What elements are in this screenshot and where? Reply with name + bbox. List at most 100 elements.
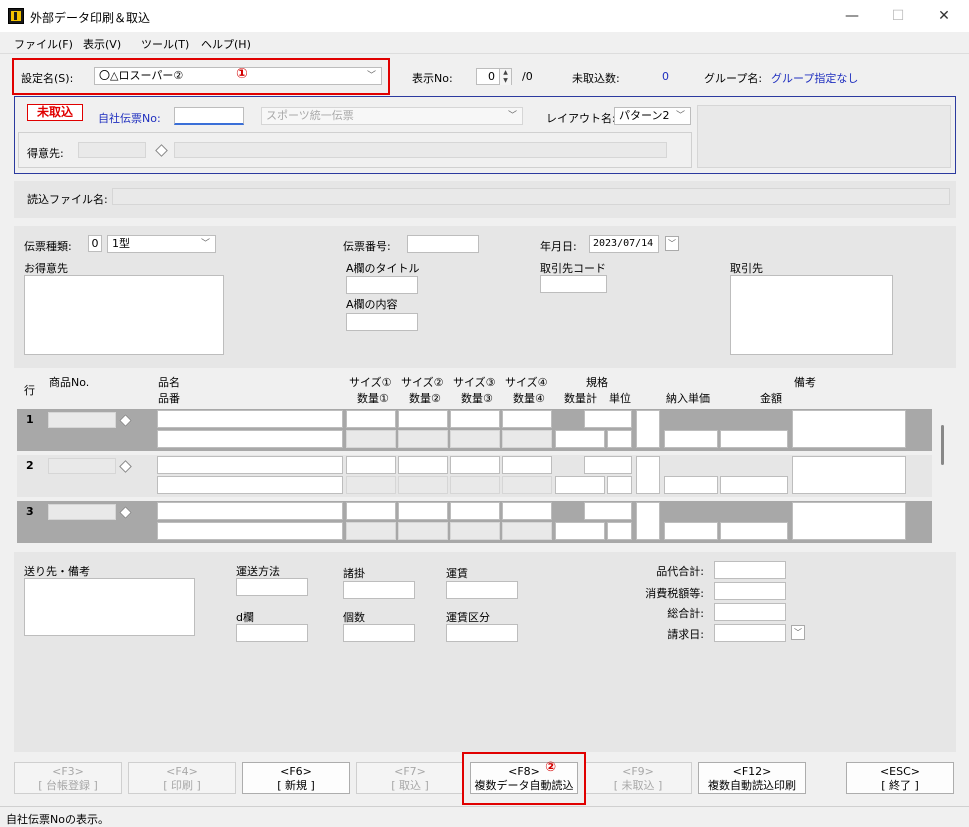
display-no-stepper[interactable]: 0 ▲ ▼ [476, 68, 512, 85]
date-label: 年月日: [540, 240, 577, 253]
fkey-button-f7[interactable]: <F7>[ 取込 ] [356, 762, 464, 794]
flag-field[interactable] [636, 456, 660, 494]
transport-input[interactable] [236, 578, 308, 596]
name-input[interactable] [157, 502, 343, 520]
size-input-2[interactable] [398, 502, 448, 520]
fkey-caption: [ 印刷 ] [163, 779, 201, 792]
size-input-3[interactable] [450, 410, 500, 428]
qty-input-4 [502, 430, 552, 448]
fare-input[interactable] [446, 581, 518, 599]
own-slip-input[interactable] [174, 107, 244, 125]
fkey-label: <F4> [166, 765, 198, 778]
spec-input[interactable] [584, 456, 632, 474]
fkey-button-f9[interactable]: <F9>[ 未取込 ] [584, 762, 692, 794]
fkey-button-esc[interactable]: <ESC>[ 終了 ] [846, 762, 954, 794]
total-field [714, 603, 786, 621]
chevron-down-icon: ﹀ [201, 239, 211, 249]
bill-customer-field[interactable] [24, 275, 224, 355]
settings-value: 〇△ロスーパー② [99, 69, 184, 82]
qty-input-4 [502, 476, 552, 494]
product-no-field [48, 504, 116, 520]
flag-field[interactable] [636, 410, 660, 448]
unit-input[interactable] [607, 476, 632, 494]
a-content-input[interactable] [346, 313, 418, 331]
date-input[interactable]: 2023/07/14 [589, 235, 659, 253]
fkey-button-f4[interactable]: <F4>[ 印刷 ] [128, 762, 236, 794]
note-input[interactable] [792, 410, 906, 448]
unit-input[interactable] [607, 522, 632, 540]
menu-tools[interactable]: ツール(T) [141, 36, 189, 52]
unit-input[interactable] [607, 430, 632, 448]
scroll-thumb[interactable] [941, 425, 944, 465]
size-input-4[interactable] [502, 410, 552, 428]
code-input[interactable] [157, 476, 343, 494]
untaken-value: 0 [662, 70, 669, 83]
code-input[interactable] [157, 430, 343, 448]
slip-kind-code[interactable]: 0 [88, 235, 102, 252]
grid-scrollbar[interactable] [936, 405, 950, 545]
spec-input[interactable] [584, 502, 632, 520]
unit-price-input[interactable] [664, 522, 718, 540]
minimize-button[interactable]: — [829, 4, 875, 28]
spec-input[interactable] [584, 410, 632, 428]
dest-field[interactable] [24, 578, 195, 636]
chevron-down-icon: ﹀ [367, 71, 377, 81]
layout-select[interactable]: パターン2 ﹀ [614, 107, 691, 125]
size-input-4[interactable] [502, 502, 552, 520]
col-qty-total: 数量計 [564, 392, 597, 405]
size-input-3[interactable] [450, 502, 500, 520]
spin-arrows-icon[interactable]: ▲ ▼ [499, 69, 511, 85]
fare-kind-input[interactable] [446, 624, 518, 642]
a-content-label: A欄の内容 [346, 298, 398, 311]
total-label: 総合計: [667, 607, 704, 620]
size-input-2[interactable] [398, 410, 448, 428]
menu-file[interactable]: ファイル(F) [14, 36, 73, 52]
col-size-3: サイズ③ [453, 376, 496, 389]
slip-no-input[interactable] [407, 235, 479, 253]
menu-bar: ファイル(F) 表示(V) ツール(T) ヘルプ(H) [0, 32, 969, 54]
menu-help[interactable]: ヘルプ(H) [201, 36, 251, 52]
misc-label: 諸掛 [343, 567, 365, 580]
layout-value: パターン2 [619, 109, 670, 122]
date-picker-chevron-icon[interactable]: ﹀ [665, 236, 679, 251]
slip-type-value: スポーツ統一伝票 [266, 109, 354, 122]
col-size-1: サイズ① [349, 376, 392, 389]
unit-price-input[interactable] [664, 430, 718, 448]
size-input-1[interactable] [346, 456, 396, 474]
name-input[interactable] [157, 456, 343, 474]
partner-field[interactable] [730, 275, 893, 355]
bill-date-chevron-icon[interactable]: ﹀ [791, 625, 805, 640]
a-title-input[interactable] [346, 276, 418, 294]
unit-price-input[interactable] [664, 476, 718, 494]
size-input-4[interactable] [502, 456, 552, 474]
maximize-button[interactable]: ☐ [875, 4, 921, 28]
slip-kind-select[interactable]: 1型 ﹀ [107, 235, 216, 253]
partner-code-input[interactable] [540, 275, 607, 293]
layout-label: レイアウト名: [546, 112, 616, 125]
note-input[interactable] [792, 502, 906, 540]
misc-input[interactable] [343, 581, 415, 599]
dest-label: 送り先・備考 [24, 565, 90, 578]
fkey-button-f3[interactable]: <F3>[ 台帳登録 ] [14, 762, 122, 794]
close-button[interactable]: ✕ [921, 4, 967, 28]
d-input[interactable] [236, 624, 308, 642]
size-input-1[interactable] [346, 502, 396, 520]
fkey-button-f6[interactable]: <F6>[ 新規 ] [242, 762, 350, 794]
size-input-3[interactable] [450, 456, 500, 474]
qty-input-3 [450, 430, 500, 448]
flag-field[interactable] [636, 502, 660, 540]
bill-date-input[interactable] [714, 624, 786, 642]
note-input[interactable] [792, 456, 906, 494]
fkey-button-f12[interactable]: <F12> 複数自動読込印刷 [698, 762, 806, 794]
size-input-2[interactable] [398, 456, 448, 474]
fare-label: 運賃 [446, 567, 468, 580]
code-input[interactable] [157, 522, 343, 540]
size-input-1[interactable] [346, 410, 396, 428]
col-unit: 単位 [609, 392, 631, 405]
menu-view[interactable]: 表示(V) [83, 36, 121, 52]
name-input[interactable] [157, 410, 343, 428]
count-input[interactable] [343, 624, 415, 642]
slip-type-select[interactable]: スポーツ統一伝票 ﹀ [261, 107, 523, 125]
col-note: 備考 [794, 376, 816, 389]
col-product-no: 商品No. [49, 376, 90, 389]
